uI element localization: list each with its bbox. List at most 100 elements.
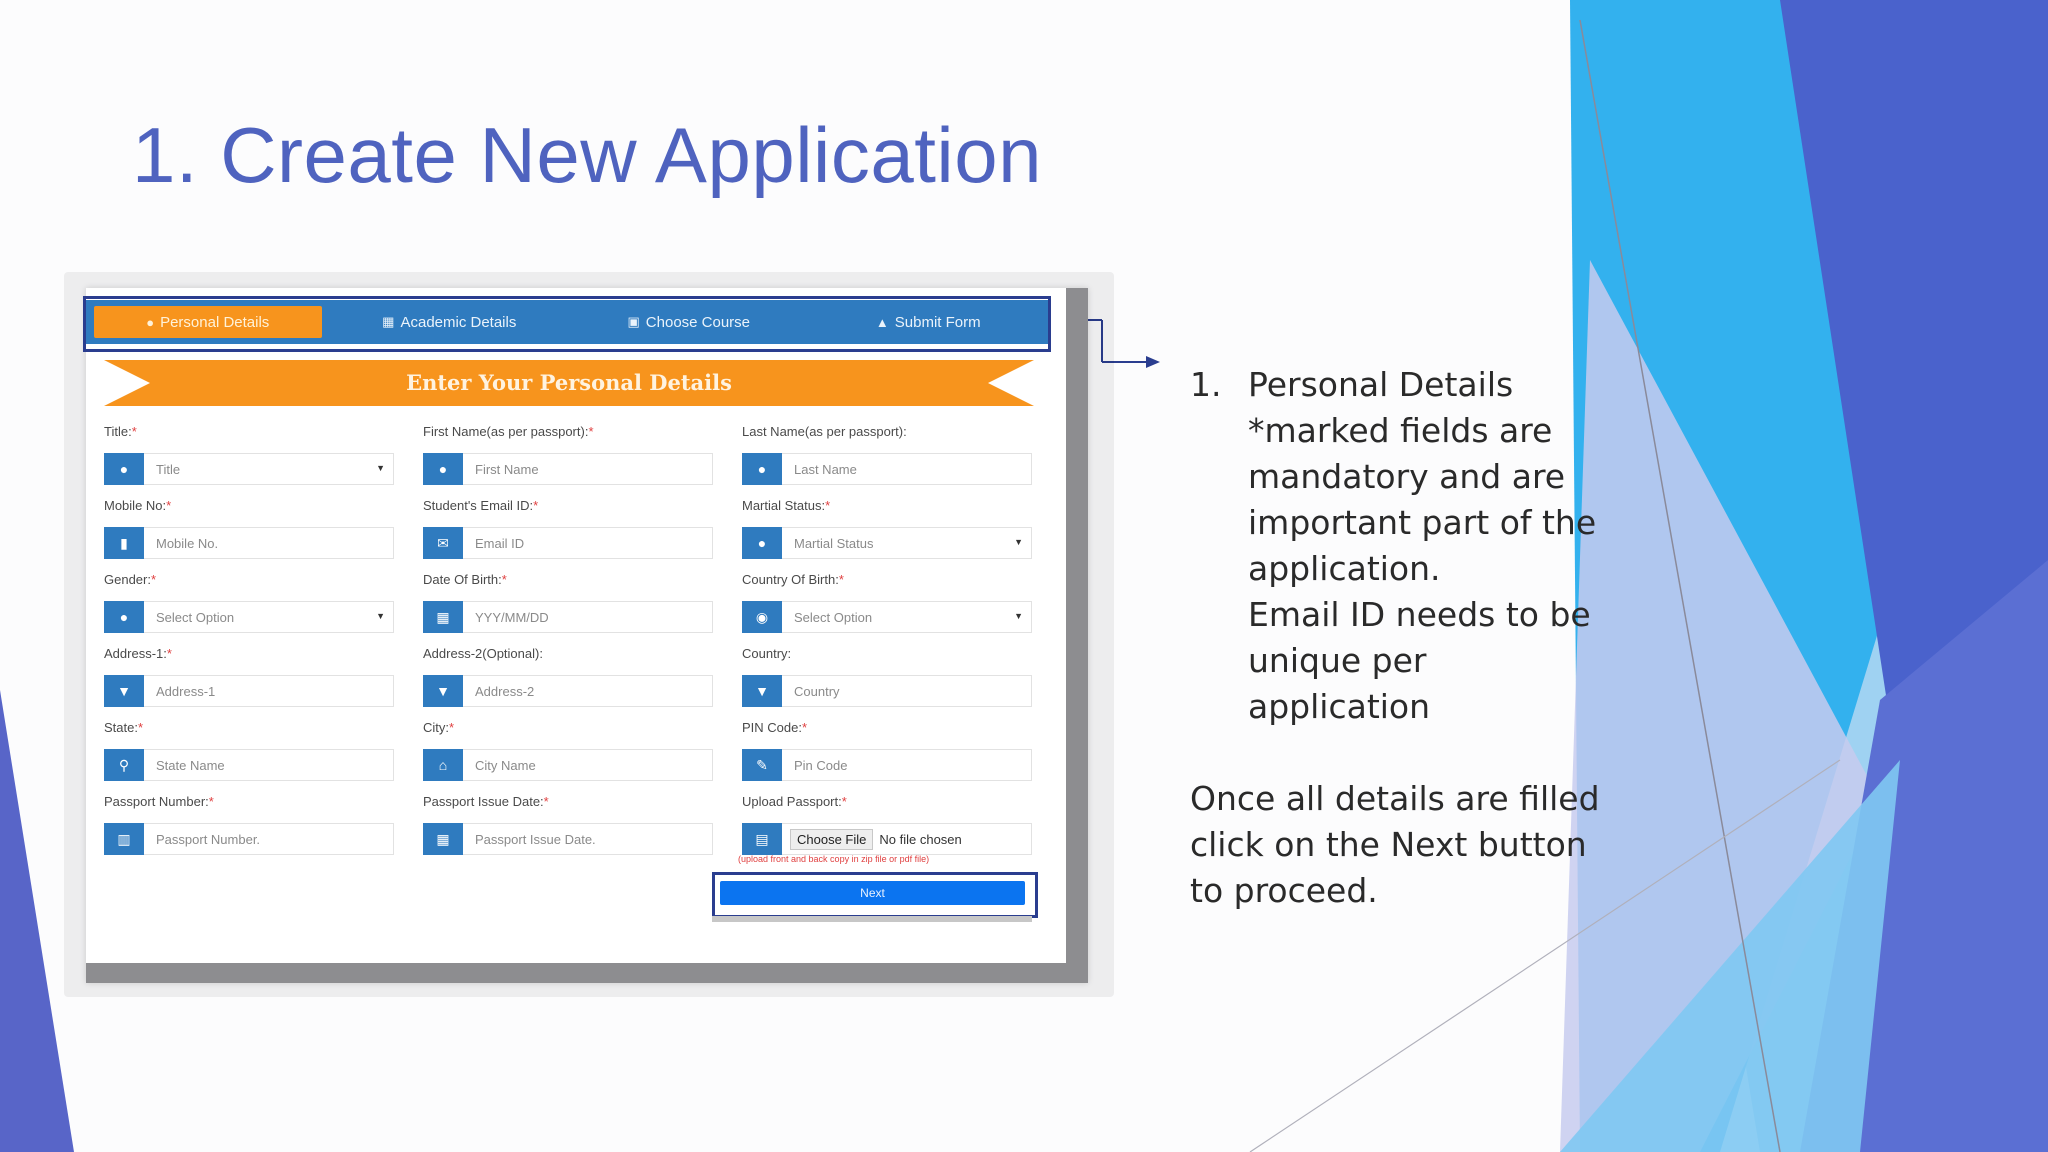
list-number: 1. — [1190, 365, 1222, 404]
text-input[interactable]: YYY/MM/DD — [463, 601, 713, 633]
select-field[interactable]: Title ▼ — [144, 453, 394, 485]
required-marker: * — [208, 794, 214, 809]
proceed-line: click on the Next button — [1190, 825, 1587, 864]
placeholder-text: State Name — [156, 757, 225, 773]
text-input[interactable]: Passport Number. — [144, 823, 394, 855]
field-label-text: First Name(as per passport): — [423, 424, 589, 439]
field-input-group: ● Last Name — [742, 453, 1032, 485]
field-input-group: ▮ Mobile No. — [104, 527, 394, 559]
field-label: State:* — [104, 720, 394, 740]
form-field: Mobile No:* ▮ Mobile No. — [104, 498, 394, 559]
field-label: Passport Number:* — [104, 794, 394, 814]
text-input[interactable]: Address-1 — [144, 675, 394, 707]
field-label: City:* — [423, 720, 713, 740]
field-label: Date Of Birth:* — [423, 572, 713, 592]
required-marker: * — [801, 720, 808, 735]
form-field: Address-2(Optional): ▼ Address-2 — [423, 646, 713, 707]
placeholder-text: First Name — [475, 461, 539, 477]
slide-title: 1. Create New Application — [132, 111, 1042, 199]
field-label: Student's Email ID:* — [423, 498, 713, 518]
field-label-text: Student's Email ID: — [423, 498, 534, 513]
form-field: Passport Issue Date:* ▦ Passport Issue Dat… — [423, 794, 713, 855]
tab-highlight-box — [83, 296, 1051, 352]
field-label: Title:* — [104, 424, 394, 444]
select-field[interactable]: Select Option ▼ — [782, 601, 1032, 633]
required-marker: * — [588, 424, 594, 439]
next-button[interactable]: Next — [720, 881, 1025, 905]
field-label: Country: — [742, 646, 1032, 666]
field-label-text: PIN Code: — [742, 720, 802, 735]
field-label-text: Title: — [104, 424, 132, 439]
required-marker: * — [533, 498, 539, 513]
text-input[interactable]: Address-2 — [463, 675, 713, 707]
placeholder-text: Martial Status — [794, 535, 874, 551]
required-marker: * — [501, 572, 507, 587]
text-input[interactable]: Last Name — [782, 453, 1032, 485]
text-input[interactable]: Passport Issue Date. — [463, 823, 713, 855]
text-input[interactable]: First Name — [463, 453, 713, 485]
field-input-group: ▤ Choose File No file chosen — [742, 823, 1032, 855]
text-input[interactable]: Country — [782, 675, 1032, 707]
field-input-group: ● First Name — [423, 453, 713, 485]
field-input-group: ● Select Option ▼ — [104, 601, 394, 633]
placeholder-text: Pin Code — [794, 757, 848, 773]
field-input-group: ◉ Select Option ▼ — [742, 601, 1032, 633]
phone-icon: ▮ — [104, 527, 144, 559]
select-field[interactable]: Select Option ▼ — [144, 601, 394, 633]
placeholder-text: Last Name — [794, 461, 857, 477]
text-input[interactable]: State Name — [144, 749, 394, 781]
text-input[interactable]: Pin Code — [782, 749, 1032, 781]
field-label-text: Mobile No: — [104, 498, 167, 513]
select-field[interactable]: Martial Status ▼ — [782, 527, 1032, 559]
caret-down-icon: ▼ — [1014, 537, 1023, 547]
caret-down-icon: ▼ — [1014, 611, 1023, 621]
required-marker: * — [131, 424, 137, 439]
file-status: No file chosen — [879, 831, 962, 847]
envelope-icon: ✉ — [423, 527, 463, 559]
field-input-group: ▥ Passport Number. — [104, 823, 394, 855]
instruction-line: Email ID needs to be — [1248, 595, 1591, 634]
field-input-group: ▼ Country — [742, 675, 1032, 707]
form-field: State:* ⚲ State Name — [104, 720, 394, 781]
placeholder-text: Address-1 — [156, 683, 216, 699]
required-marker: * — [166, 498, 172, 513]
user-icon: ● — [742, 453, 782, 485]
form-field: Address-1:* ▼ Address-1 — [104, 646, 394, 707]
choose-file-button[interactable]: Choose File — [790, 828, 874, 850]
user-icon: ● — [423, 453, 463, 485]
field-label-text: Passport Issue Date: — [423, 794, 544, 809]
field-label: Address-2(Optional): — [423, 646, 713, 666]
passport-upload-input[interactable]: Choose File No file chosen — [782, 823, 1032, 855]
form-field: Upload Passport:* ▤ Choose File No file cho… — [742, 794, 1032, 855]
caret-down-icon: ▼ — [376, 463, 385, 473]
text-input[interactable]: Email ID — [463, 527, 713, 559]
calendar-icon: ▦ — [423, 601, 463, 633]
field-label: PIN Code:* — [742, 720, 1032, 740]
instruction-line: application. — [1248, 549, 1441, 588]
next-button-shadow — [712, 916, 1032, 922]
proceed-instruction: Once all details are filled click on the … — [1190, 776, 1630, 914]
calendar-icon: ▦ — [423, 823, 463, 855]
form-field: City:* ⌂ City Name — [423, 720, 713, 781]
placeholder-text: Title — [156, 461, 181, 477]
form-field: Passport Number:* ▥ Passport Number. — [104, 794, 394, 855]
text-input[interactable]: City Name — [463, 749, 713, 781]
left-accent-shape — [0, 690, 74, 1152]
form-field: Last Name(as per passport): ● Last Name — [742, 424, 1032, 485]
text-input[interactable]: Mobile No. — [144, 527, 394, 559]
home-icon: ⌂ — [423, 749, 463, 781]
placeholder-text: Select Option — [794, 609, 873, 625]
field-label: Address-1:* — [104, 646, 394, 666]
field-input-group: ▦ Passport Issue Date. — [423, 823, 713, 855]
field-label-text: Date Of Birth: — [423, 572, 502, 587]
placeholder-text: Passport Number. — [156, 831, 261, 847]
placeholder-text: Passport Issue Date. — [475, 831, 596, 847]
instruction-text: Personal Details *marked fields are mandat… — [1248, 362, 1596, 730]
field-label: Martial Status:* — [742, 498, 1032, 518]
form-field: Student's Email ID:* ✉ Email ID — [423, 498, 713, 559]
field-label-text: State: — [104, 720, 138, 735]
field-label: Passport Issue Date:* — [423, 794, 713, 814]
field-label: Upload Passport:* — [742, 794, 1032, 814]
proceed-line: Once all details are filled — [1190, 779, 1600, 818]
field-label-text: Country: — [742, 646, 792, 661]
